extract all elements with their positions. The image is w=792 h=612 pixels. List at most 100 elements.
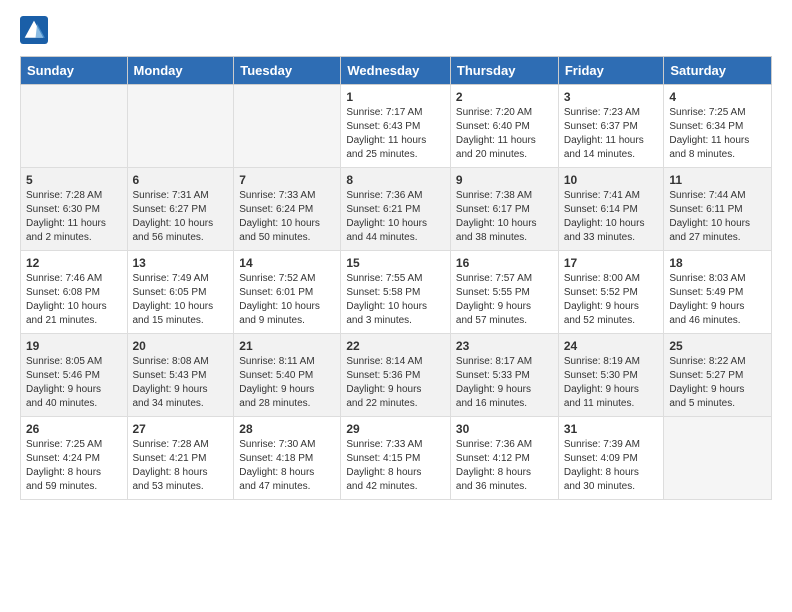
day-number: 19 (26, 339, 122, 353)
day-info: Sunrise: 8:11 AM Sunset: 5:40 PM Dayligh… (239, 355, 335, 411)
day-info: Sunrise: 8:05 AM Sunset: 5:46 PM Dayligh… (26, 355, 122, 411)
day-info: Sunrise: 7:28 AM Sunset: 6:30 PM Dayligh… (26, 189, 122, 245)
column-header-tuesday: Tuesday (234, 57, 341, 85)
day-number: 30 (456, 422, 553, 436)
day-info: Sunrise: 8:19 AM Sunset: 5:30 PM Dayligh… (564, 355, 659, 411)
day-info: Sunrise: 7:36 AM Sunset: 4:12 PM Dayligh… (456, 438, 553, 494)
day-info: Sunrise: 8:17 AM Sunset: 5:33 PM Dayligh… (456, 355, 553, 411)
day-cell: 31 Sunrise: 7:39 AM Sunset: 4:09 PM Dayli… (558, 417, 664, 500)
day-info: Sunrise: 8:08 AM Sunset: 5:43 PM Dayligh… (133, 355, 229, 411)
week-row-5: 26 Sunrise: 7:25 AM Sunset: 4:24 PM Dayli… (21, 417, 772, 500)
day-info: Sunrise: 7:23 AM Sunset: 6:37 PM Dayligh… (564, 106, 659, 162)
day-cell: 2 Sunrise: 7:20 AM Sunset: 6:40 PM Daylig… (450, 85, 558, 168)
day-number: 11 (669, 173, 766, 187)
day-cell: 16 Sunrise: 7:57 AM Sunset: 5:55 PM Dayli… (450, 251, 558, 334)
header (20, 16, 772, 44)
day-cell: 5 Sunrise: 7:28 AM Sunset: 6:30 PM Daylig… (21, 168, 128, 251)
day-cell: 24 Sunrise: 8:19 AM Sunset: 5:30 PM Dayli… (558, 334, 664, 417)
day-number: 12 (26, 256, 122, 270)
day-number: 18 (669, 256, 766, 270)
day-info: Sunrise: 7:31 AM Sunset: 6:27 PM Dayligh… (133, 189, 229, 245)
column-header-thursday: Thursday (450, 57, 558, 85)
day-info: Sunrise: 7:38 AM Sunset: 6:17 PM Dayligh… (456, 189, 553, 245)
day-info: Sunrise: 7:49 AM Sunset: 6:05 PM Dayligh… (133, 272, 229, 328)
day-number: 25 (669, 339, 766, 353)
logo (20, 16, 52, 44)
day-info: Sunrise: 7:30 AM Sunset: 4:18 PM Dayligh… (239, 438, 335, 494)
day-number: 29 (346, 422, 445, 436)
day-cell (21, 85, 128, 168)
day-cell: 18Sunrise: 8:03 AM Sunset: 5:49 PM Dayli… (664, 251, 772, 334)
day-number: 13 (133, 256, 229, 270)
day-cell (127, 85, 234, 168)
day-info: Sunrise: 7:44 AM Sunset: 6:11 PM Dayligh… (669, 189, 766, 245)
header-row: SundayMondayTuesdayWednesdayThursdayFrid… (21, 57, 772, 85)
day-info: Sunrise: 7:39 AM Sunset: 4:09 PM Dayligh… (564, 438, 659, 494)
day-number: 5 (26, 173, 122, 187)
day-cell: 7 Sunrise: 7:33 AM Sunset: 6:24 PM Daylig… (234, 168, 341, 251)
page: SundayMondayTuesdayWednesdayThursdayFrid… (0, 0, 792, 516)
week-row-1: 1 Sunrise: 7:17 AM Sunset: 6:43 PM Daylig… (21, 85, 772, 168)
day-info: Sunrise: 7:28 AM Sunset: 4:21 PM Dayligh… (133, 438, 229, 494)
day-cell: 12 Sunrise: 7:46 AM Sunset: 6:08 PM Dayli… (21, 251, 128, 334)
column-header-saturday: Saturday (664, 57, 772, 85)
column-header-monday: Monday (127, 57, 234, 85)
day-number: 7 (239, 173, 335, 187)
day-info: Sunrise: 8:14 AM Sunset: 5:36 PM Dayligh… (346, 355, 445, 411)
week-row-4: 19 Sunrise: 8:05 AM Sunset: 5:46 PM Dayli… (21, 334, 772, 417)
day-info: Sunrise: 7:33 AM Sunset: 6:24 PM Dayligh… (239, 189, 335, 245)
day-cell: 23 Sunrise: 8:17 AM Sunset: 5:33 PM Dayli… (450, 334, 558, 417)
day-cell: 1 Sunrise: 7:17 AM Sunset: 6:43 PM Daylig… (341, 85, 451, 168)
day-number: 23 (456, 339, 553, 353)
day-cell: 20 Sunrise: 8:08 AM Sunset: 5:43 PM Dayli… (127, 334, 234, 417)
day-cell: 8Sunrise: 7:36 AM Sunset: 6:21 PM Daylig… (341, 168, 451, 251)
day-cell: 11 Sunrise: 7:44 AM Sunset: 6:11 PM Dayli… (664, 168, 772, 251)
day-number: 26 (26, 422, 122, 436)
day-info: Sunrise: 7:17 AM Sunset: 6:43 PM Dayligh… (346, 106, 445, 162)
day-cell: 10Sunrise: 7:41 AM Sunset: 6:14 PM Dayli… (558, 168, 664, 251)
day-number: 15 (346, 256, 445, 270)
day-info: Sunrise: 7:25 AM Sunset: 6:34 PM Dayligh… (669, 106, 766, 162)
day-cell: 3 Sunrise: 7:23 AM Sunset: 6:37 PM Daylig… (558, 85, 664, 168)
day-number: 4 (669, 90, 766, 104)
day-number: 14 (239, 256, 335, 270)
column-header-wednesday: Wednesday (341, 57, 451, 85)
day-number: 21 (239, 339, 335, 353)
day-number: 20 (133, 339, 229, 353)
day-cell: 30 Sunrise: 7:36 AM Sunset: 4:12 PM Dayli… (450, 417, 558, 500)
day-info: Sunrise: 7:55 AM Sunset: 5:58 PM Dayligh… (346, 272, 445, 328)
day-cell: 26 Sunrise: 7:25 AM Sunset: 4:24 PM Dayli… (21, 417, 128, 500)
column-header-friday: Friday (558, 57, 664, 85)
day-number: 31 (564, 422, 659, 436)
day-cell: 14Sunrise: 7:52 AM Sunset: 6:01 PM Dayli… (234, 251, 341, 334)
day-number: 28 (239, 422, 335, 436)
logo-icon (20, 16, 48, 44)
day-number: 3 (564, 90, 659, 104)
day-info: Sunrise: 8:22 AM Sunset: 5:27 PM Dayligh… (669, 355, 766, 411)
day-number: 2 (456, 90, 553, 104)
day-cell: 22Sunrise: 8:14 AM Sunset: 5:36 PM Dayli… (341, 334, 451, 417)
day-cell: 4 Sunrise: 7:25 AM Sunset: 6:34 PM Daylig… (664, 85, 772, 168)
calendar-table: SundayMondayTuesdayWednesdayThursdayFrid… (20, 56, 772, 500)
day-cell: 28 Sunrise: 7:30 AM Sunset: 4:18 PM Dayli… (234, 417, 341, 500)
day-number: 17 (564, 256, 659, 270)
day-info: Sunrise: 7:46 AM Sunset: 6:08 PM Dayligh… (26, 272, 122, 328)
day-info: Sunrise: 7:33 AM Sunset: 4:15 PM Dayligh… (346, 438, 445, 494)
day-number: 1 (346, 90, 445, 104)
day-cell: 27 Sunrise: 7:28 AM Sunset: 4:21 PM Dayli… (127, 417, 234, 500)
day-cell: 13 Sunrise: 7:49 AM Sunset: 6:05 PM Dayli… (127, 251, 234, 334)
day-info: Sunrise: 7:57 AM Sunset: 5:55 PM Dayligh… (456, 272, 553, 328)
day-number: 24 (564, 339, 659, 353)
day-number: 8 (346, 173, 445, 187)
day-cell (234, 85, 341, 168)
week-row-3: 12 Sunrise: 7:46 AM Sunset: 6:08 PM Dayli… (21, 251, 772, 334)
column-header-sunday: Sunday (21, 57, 128, 85)
day-info: Sunrise: 7:20 AM Sunset: 6:40 PM Dayligh… (456, 106, 553, 162)
day-number: 16 (456, 256, 553, 270)
week-row-2: 5 Sunrise: 7:28 AM Sunset: 6:30 PM Daylig… (21, 168, 772, 251)
day-info: Sunrise: 7:25 AM Sunset: 4:24 PM Dayligh… (26, 438, 122, 494)
day-number: 27 (133, 422, 229, 436)
day-cell: 21 Sunrise: 8:11 AM Sunset: 5:40 PM Dayli… (234, 334, 341, 417)
day-number: 6 (133, 173, 229, 187)
day-cell: 6 Sunrise: 7:31 AM Sunset: 6:27 PM Daylig… (127, 168, 234, 251)
